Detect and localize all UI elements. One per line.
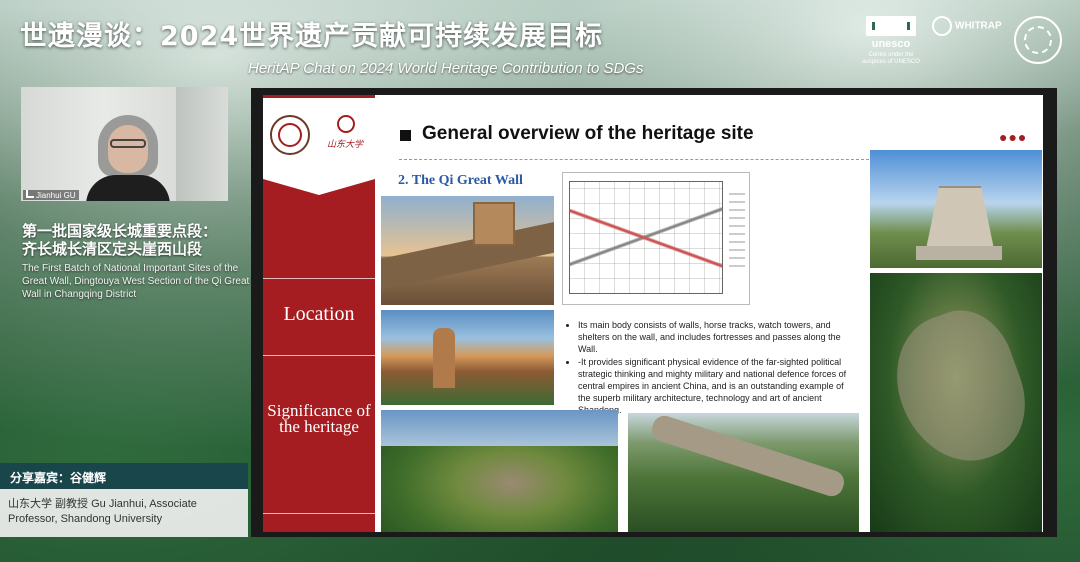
temple-icon: [866, 16, 916, 36]
bullet-item: Its main body consists of walls, horse t…: [578, 319, 853, 355]
unesco-logo: unesco Centre under the auspices of UNES…: [862, 16, 920, 66]
university-emblem-icon: [270, 115, 310, 155]
event-title-en: HeritAP Chat on 2024 World Heritage Cont…: [248, 60, 644, 77]
wall-route-map: [562, 172, 750, 305]
watchtower-photo: [381, 196, 554, 305]
signal-icon: [26, 190, 34, 198]
site-title-en: The First Batch of National Important Si…: [22, 263, 250, 300]
decorative-dots: ●●●: [999, 129, 1028, 145]
presentation-slide: 山东大学 Location Significance of the herita…: [263, 95, 1043, 532]
slide-sidebar: 山东大学 Location Significance of the herita…: [263, 95, 375, 532]
ridge-wall-photo: [628, 413, 859, 532]
site-title-cn: 第一批国家级长城重要点段： 齐长城长清区定头崖西山段: [22, 222, 218, 258]
slide-heading: General overview of the heritage site: [422, 123, 754, 144]
heading-bullet-icon: [400, 130, 411, 141]
partner-logos: unesco Centre under the auspices of UNES…: [862, 16, 1062, 66]
map-legend: [729, 193, 745, 273]
slide-subheading: 2. The Qi Great Wall: [398, 173, 523, 188]
university-badge-icon: [337, 115, 355, 133]
webcam-name-tag: Jianhui GU: [23, 190, 79, 200]
sidebar-significance: Significance of the heritage: [267, 401, 371, 436]
mountain-peak-photo: [870, 273, 1042, 532]
fortress-ruin-photo: [381, 410, 618, 532]
sidebar-location: Location: [283, 303, 355, 325]
slide-bullets: Its main body consists of walls, horse t…: [568, 319, 853, 417]
cliffs-photo: [381, 310, 554, 405]
stone-monument-photo: [870, 150, 1042, 268]
speaker-video: [86, 115, 170, 201]
speaker-bar: 分享嘉宾：谷健辉: [0, 463, 248, 489]
speaker-webcam: Jianhui GU: [21, 87, 228, 201]
bullet-item: -It provides significant physical eviden…: [578, 356, 853, 416]
speaker-label: 分享嘉宾：谷健辉: [10, 471, 107, 485]
speaker-info: 山东大学 副教授 Gu Jianhui, Associate Professor…: [8, 498, 197, 525]
event-title-cn: 世遗漫谈：2024世界遗产贡献可持续发展目标: [20, 21, 604, 52]
ring-icon: [932, 16, 952, 36]
university-logo-text: 山东大学: [327, 140, 364, 150]
whitrap-logo: WHITRAP: [932, 16, 1002, 36]
heritage-seal-icon: [1014, 16, 1062, 64]
